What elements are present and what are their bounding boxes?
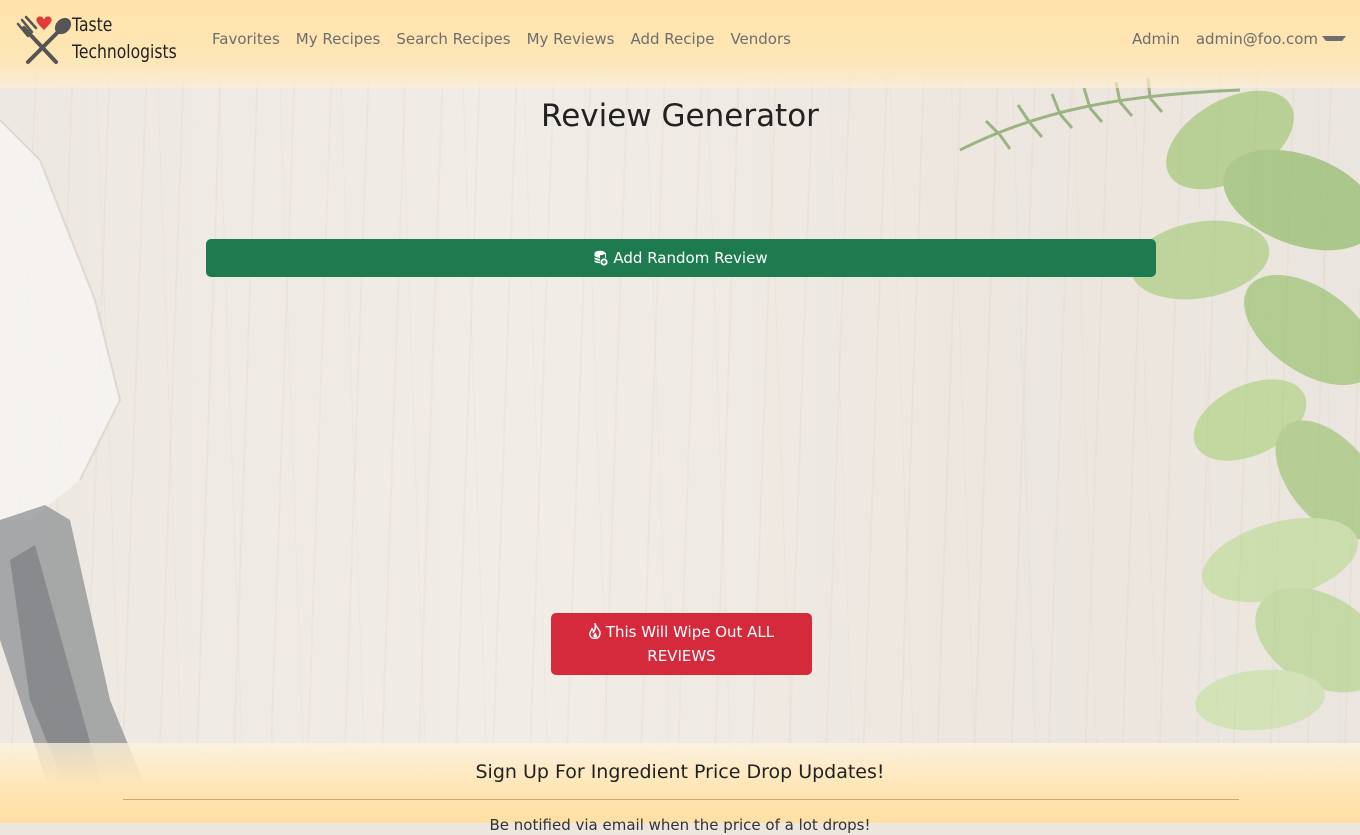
- nav-my-reviews[interactable]: My Reviews: [519, 28, 623, 50]
- user-menu-dropdown[interactable]: admin@foo.com: [1188, 28, 1346, 50]
- footer: Sign Up For Ingredient Price Drop Update…: [0, 743, 1360, 834]
- brand-home-link[interactable]: Taste Technologists: [16, 10, 186, 76]
- nav-search-recipes[interactable]: Search Recipes: [388, 28, 518, 50]
- chevron-down-icon: [1322, 36, 1346, 41]
- page-title: Review Generator: [541, 98, 819, 134]
- nav-favorites[interactable]: Favorites: [204, 28, 288, 50]
- wipe-all-reviews-button[interactable]: This Will Wipe Out ALL REVIEWS: [551, 613, 812, 675]
- footer-divider: [123, 799, 1239, 800]
- nav-add-recipe[interactable]: Add Recipe: [623, 28, 723, 50]
- navbar: Taste Technologists Favorites My Recipes…: [0, 0, 1360, 88]
- brand-name: Taste Technologists: [72, 12, 177, 66]
- brand-line-2: Technologists: [72, 41, 177, 63]
- fork-spoon-heart-icon: [16, 15, 72, 64]
- nav-vendors[interactable]: Vendors: [722, 28, 799, 50]
- brand-line-1: Taste: [72, 14, 113, 36]
- footer-signup-title: Sign Up For Ingredient Price Drop Update…: [475, 761, 885, 783]
- nav-admin[interactable]: Admin: [1124, 28, 1188, 50]
- add-random-review-label: Add Random Review: [613, 249, 768, 267]
- wipe-all-reviews-label: This Will Wipe Out ALL REVIEWS: [605, 623, 775, 665]
- nav-my-recipes[interactable]: My Recipes: [288, 28, 389, 50]
- footer-signup-subtitle: Be notified via email when the price of …: [489, 816, 871, 834]
- add-random-review-button[interactable]: Add Random Review: [206, 239, 1156, 277]
- database-add-icon: [594, 250, 608, 266]
- fire-icon: [589, 623, 601, 639]
- nav-right: Admin admin@foo.com: [1124, 28, 1346, 50]
- user-email: admin@foo.com: [1195, 30, 1318, 48]
- nav-links: Favorites My Recipes Search Recipes My R…: [204, 28, 799, 50]
